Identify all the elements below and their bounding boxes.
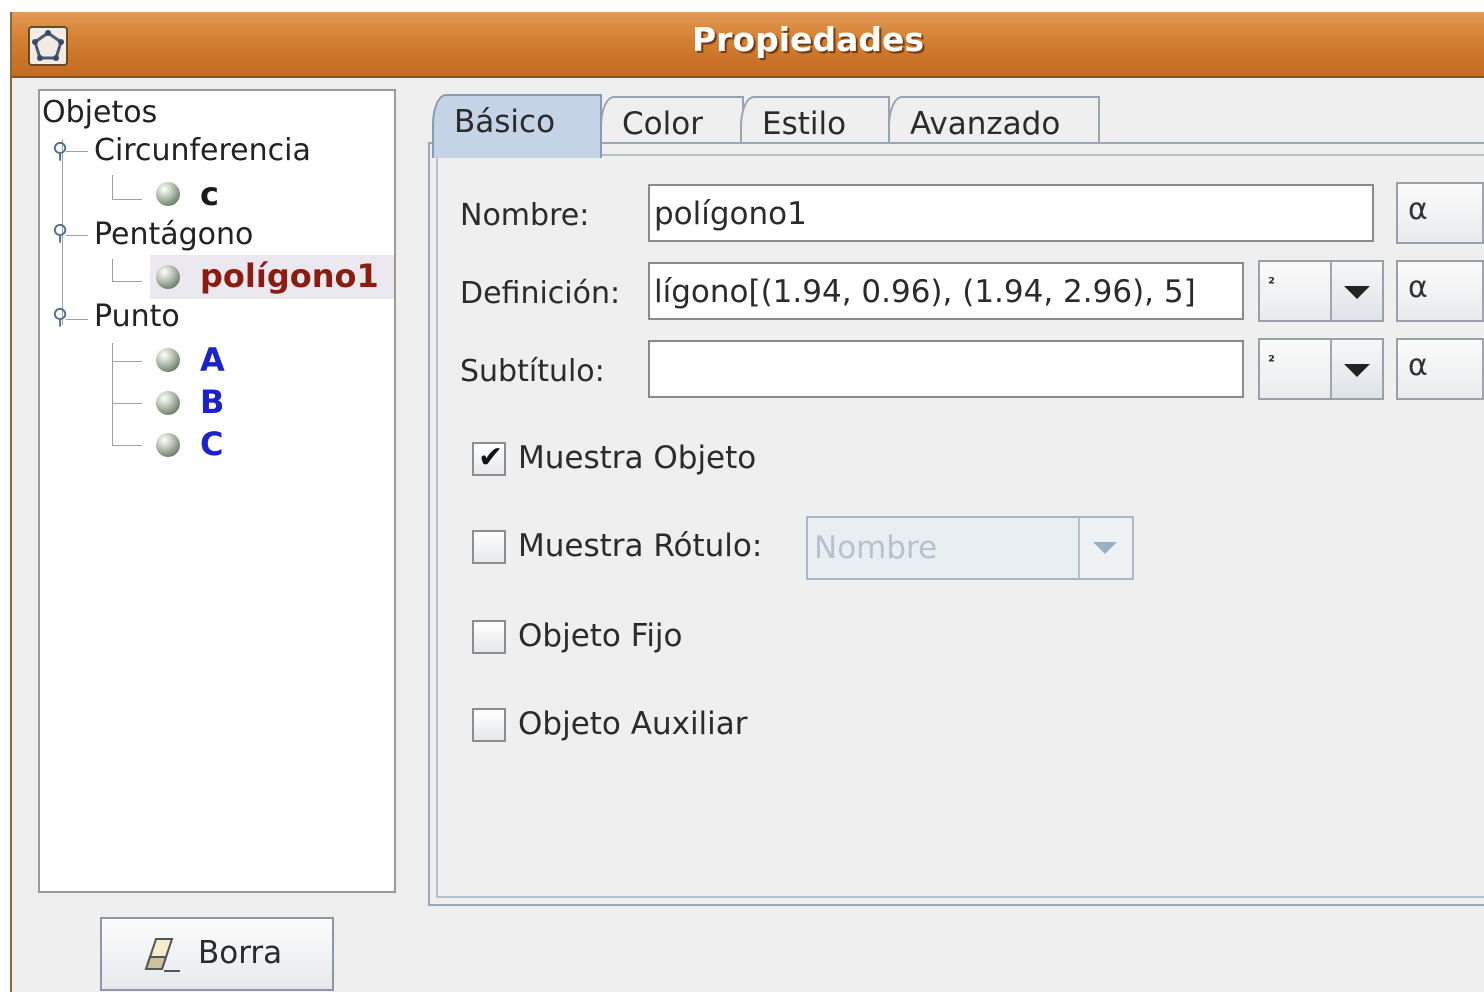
tab-basico[interactable]: Básico xyxy=(432,94,602,158)
tree-connector xyxy=(66,235,88,236)
tree-category-pentagono[interactable]: Pentágono xyxy=(94,217,253,252)
show-label-checkbox[interactable] xyxy=(472,530,506,564)
tree-connector xyxy=(112,281,142,282)
chevron-down-icon xyxy=(1344,286,1370,299)
tree-connector xyxy=(112,403,142,404)
name-field[interactable]: polígono1 xyxy=(648,184,1374,242)
chevron-down-icon xyxy=(1344,364,1370,377)
name-label: Nombre: xyxy=(460,198,590,233)
greek-symbol-label: α xyxy=(1408,348,1428,383)
tree-connector xyxy=(66,319,88,320)
auxiliary-object-checkbox[interactable] xyxy=(472,708,506,742)
tree-connector xyxy=(112,259,113,281)
properties-dialog: Propiedades Objetos ⚲ Circunferencia c ⚲… xyxy=(10,12,1484,992)
tree-item-c[interactable]: c xyxy=(200,175,219,213)
object-visible-icon xyxy=(156,391,180,415)
delete-button-label: Borra xyxy=(198,935,283,971)
dropdown-button xyxy=(1078,518,1132,578)
object-tree[interactable]: Objetos ⚲ Circunferencia c ⚲ Pentágono p… xyxy=(38,89,396,893)
dropdown-button[interactable] xyxy=(1330,340,1382,398)
tree-item-b[interactable]: B xyxy=(200,383,224,421)
object-visible-icon xyxy=(156,265,180,289)
tree-expand-handle[interactable]: ⚲ xyxy=(52,221,68,246)
tree-connector xyxy=(112,343,113,445)
show-object-checkbox[interactable]: ✔ xyxy=(472,440,506,476)
tree-item-a[interactable]: A xyxy=(200,341,225,379)
definition-field[interactable]: lígono[(1.94, 0.96), (1.94, 2.96), 5] xyxy=(648,262,1244,320)
dropdown-button[interactable] xyxy=(1330,262,1382,320)
object-visible-icon xyxy=(156,348,180,372)
app-icon xyxy=(28,26,68,66)
auxiliary-object-label[interactable]: Objeto Auxiliar xyxy=(518,706,748,742)
tree-connector xyxy=(112,175,113,199)
superscript-symbol-label: ² xyxy=(1268,274,1276,293)
tree-item-c-point[interactable]: C xyxy=(200,425,223,463)
chevron-down-icon xyxy=(1093,542,1117,554)
show-label-label[interactable]: Muestra Rótulo: xyxy=(518,528,762,564)
tree-connector xyxy=(66,151,88,152)
tree-connector xyxy=(112,445,142,446)
superscript-symbol-label: ² xyxy=(1268,352,1276,371)
checkmark-icon: ✔ xyxy=(478,440,504,475)
title-bar[interactable]: Propiedades xyxy=(12,12,1484,78)
eraser-icon xyxy=(142,935,182,975)
caption-label: Subtítulo: xyxy=(460,354,605,389)
greek-symbol-label: α xyxy=(1408,192,1428,227)
superscript-dropdown-definition[interactable]: ² xyxy=(1258,260,1384,322)
label-mode-value: Nombre xyxy=(814,530,938,566)
caption-field[interactable] xyxy=(648,340,1244,398)
tree-root-label: Objetos xyxy=(42,95,158,130)
definition-label: Definición: xyxy=(460,276,621,311)
object-visible-icon xyxy=(156,433,180,457)
label-mode-select: Nombre xyxy=(806,516,1134,580)
tree-category-punto[interactable]: Punto xyxy=(94,299,180,334)
tree-connector xyxy=(112,361,142,362)
fix-object-label[interactable]: Objeto Fijo xyxy=(518,618,683,654)
window-title: Propiedades xyxy=(692,20,924,59)
object-visible-icon xyxy=(156,182,180,206)
fix-object-checkbox[interactable] xyxy=(472,620,506,654)
tree-category-circunferencia[interactable]: Circunferencia xyxy=(94,133,311,168)
greek-symbol-dropdown-definition[interactable]: α xyxy=(1396,260,1484,322)
tree-expand-handle[interactable]: ⚲ xyxy=(52,305,68,330)
superscript-dropdown-caption[interactable]: ² xyxy=(1258,338,1384,400)
greek-symbol-dropdown-name[interactable]: α xyxy=(1396,182,1484,244)
delete-button[interactable]: Borra xyxy=(100,917,334,991)
greek-symbol-dropdown-caption[interactable]: α xyxy=(1396,338,1484,400)
show-object-label[interactable]: Muestra Objeto xyxy=(518,440,756,476)
tree-item-poligono1[interactable]: polígono1 xyxy=(200,257,379,295)
tree-connector xyxy=(112,199,142,200)
greek-symbol-label: α xyxy=(1408,270,1428,305)
